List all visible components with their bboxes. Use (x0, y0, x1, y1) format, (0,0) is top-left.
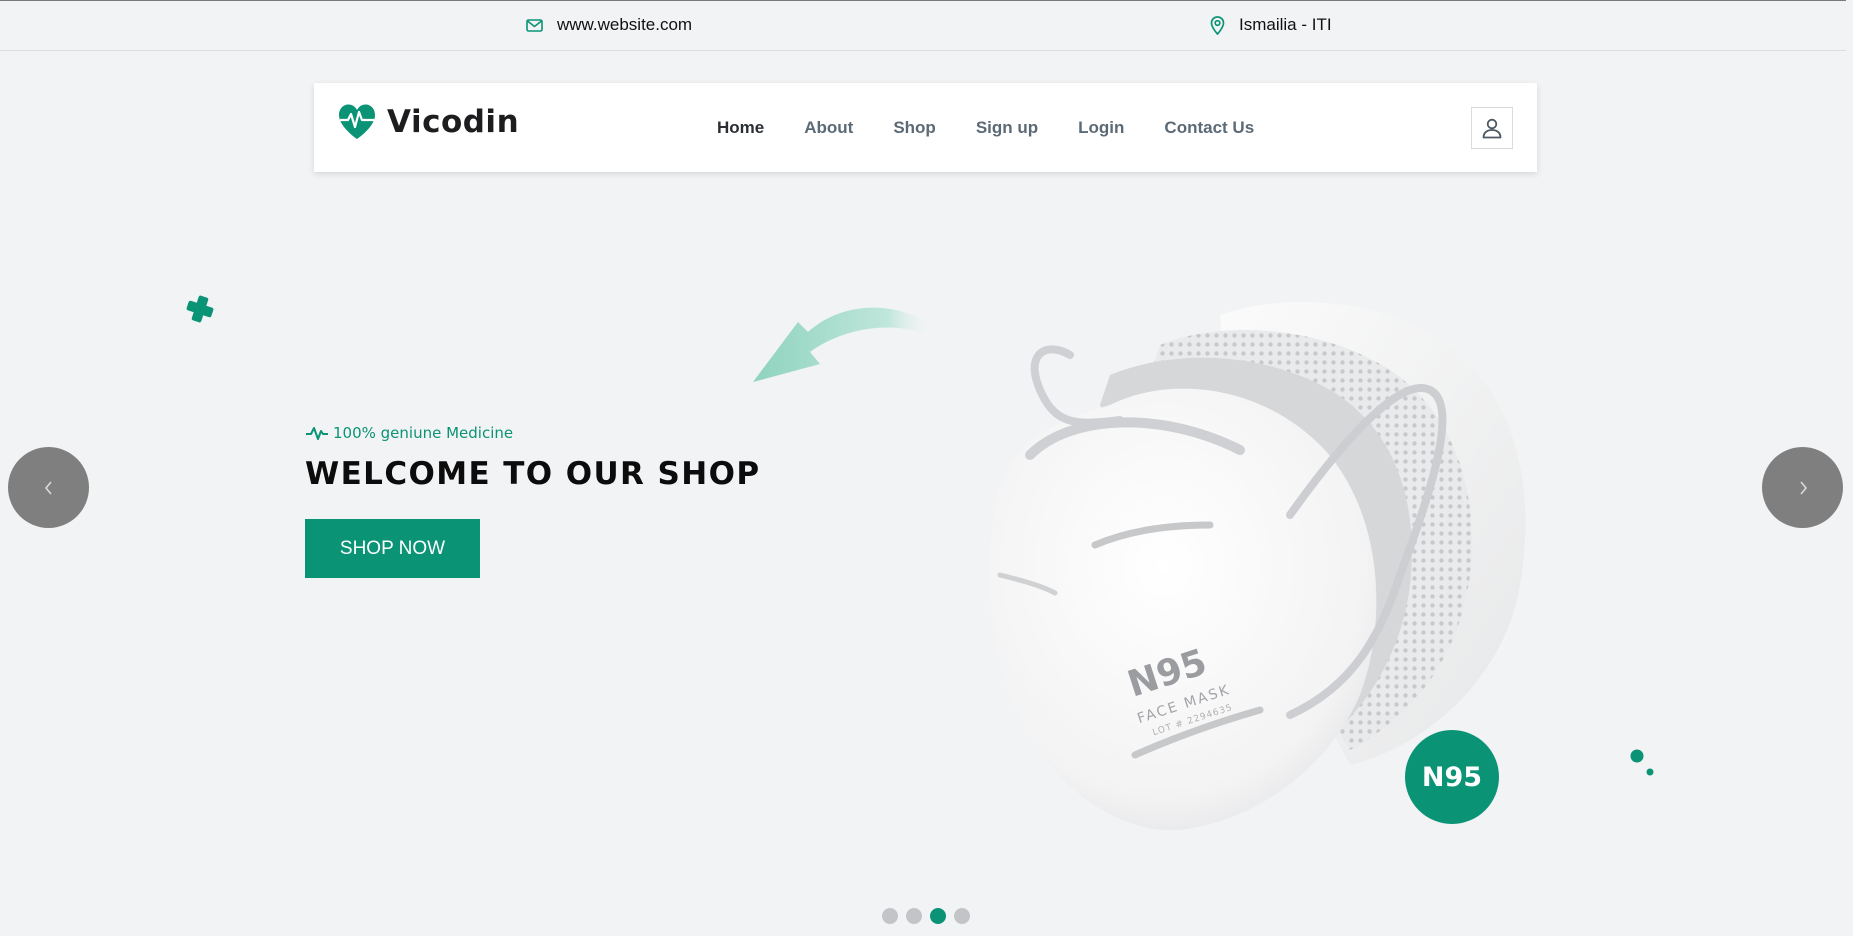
contact-location: Ismailia - ITI (1210, 15, 1332, 35)
main-navbar: Vicodin Home About Shop Sign up Login Co… (314, 83, 1537, 172)
shop-now-button[interactable]: SHOP NOW (305, 519, 480, 578)
carousel-indicator-2[interactable] (906, 908, 922, 924)
carousel-indicator-4[interactable] (954, 908, 970, 924)
heart-pulse-icon (339, 104, 375, 139)
location-text: Ismailia - ITI (1239, 15, 1332, 34)
top-info-bar: www.website.com Ismailia - ITI (0, 0, 1853, 51)
brand-name: Vicodin (387, 103, 520, 140)
contact-email[interactable]: www.website.com (526, 15, 692, 35)
nav-contact-us[interactable]: Contact Us (1164, 118, 1254, 138)
nav-menu: Home About Shop Sign up Login Contact Us (717, 83, 1294, 172)
medical-cross-icon (186, 295, 214, 323)
decorative-dots (1630, 749, 1654, 776)
hero-headline: WELCOME TO OUR SHOP (305, 456, 761, 492)
page-edge (1846, 0, 1853, 936)
carousel-prev-button[interactable] (8, 447, 89, 528)
chevron-left-icon (44, 480, 52, 495)
brand-logo[interactable]: Vicodin (337, 103, 519, 140)
carousel-indicator-1[interactable] (882, 908, 898, 924)
nav-about[interactable]: About (804, 118, 853, 138)
carousel-indicators (882, 908, 970, 924)
map-pin-icon (1210, 15, 1225, 35)
tagline-text: 100% geniune Medicine (333, 424, 514, 442)
email-text[interactable]: www.website.com (557, 15, 692, 35)
n95-badge: N95 (1405, 730, 1499, 824)
chevron-right-icon (1799, 480, 1807, 495)
user-icon (1482, 118, 1502, 139)
nav-login[interactable]: Login (1078, 118, 1124, 138)
carousel-indicator-3[interactable] (930, 908, 946, 924)
carousel-next-button[interactable] (1762, 447, 1843, 528)
curved-arrow-icon (753, 307, 933, 382)
user-account-button[interactable] (1471, 107, 1513, 149)
hero-text-block: 100% geniune Medicine WELCOME TO OUR SHO… (305, 424, 760, 492)
tagline: 100% geniune Medicine (305, 424, 760, 442)
nav-home[interactable]: Home (717, 118, 764, 138)
nav-shop[interactable]: Shop (893, 118, 936, 138)
pulse-icon (306, 427, 328, 440)
nav-sign-up[interactable]: Sign up (976, 118, 1038, 138)
mail-icon (526, 18, 543, 32)
